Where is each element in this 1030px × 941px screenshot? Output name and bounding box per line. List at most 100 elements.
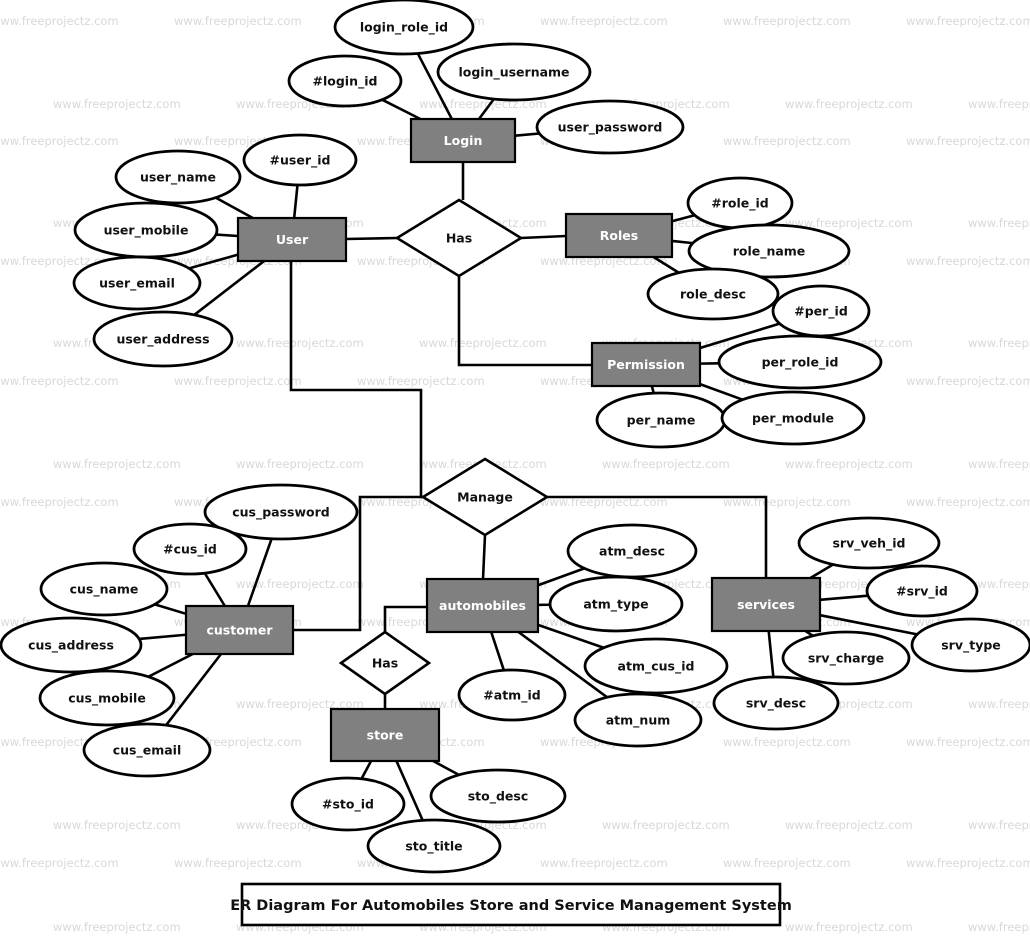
attr-connector-srv_desc [767,630,775,678]
entity-label-automobiles: automobiles [439,598,526,613]
attr-connector-atm_id [489,631,506,671]
attribute-srv_type[interactable]: srv_type [910,617,1030,673]
attribute-atm_desc[interactable]: atm_desc [566,523,698,579]
attribute-login_username[interactable]: login_username [436,42,592,102]
edge-automobiles-has [383,605,427,632]
attribute-label-sto_id: #sto_id [322,797,374,813]
attribute-label-user_mobile: user_mobile [104,223,189,239]
attribute-srv_veh_id[interactable]: srv_veh_id [797,516,941,570]
attr-connector-role_id [671,213,695,223]
entity-permission[interactable]: Permission [590,341,702,388]
relationship-label-has-user-roles: Has [446,231,472,246]
entity-store[interactable]: store [329,707,441,763]
attr-connector-user_mobile [215,233,239,238]
attribute-user_mobile[interactable]: user_mobile [73,201,219,259]
attribute-label-cus_name: cus_name [70,582,139,598]
attr-connector-role_desc [652,255,680,274]
attribute-user_id[interactable]: #user_id [242,133,358,187]
entity-services[interactable]: services [710,576,822,633]
attr-connector-user_password [514,132,540,138]
entity-label-customer: customer [207,623,274,638]
attribute-cus_mobile[interactable]: cus_mobile [38,669,176,727]
attribute-per_role_id[interactable]: per_role_id [717,334,883,390]
attribute-cus_address[interactable]: cus_address [0,616,143,674]
attribute-label-atm_type: atm_type [583,597,648,613]
attribute-label-srv_charge: srv_charge [808,651,884,667]
entity-label-roles: Roles [600,228,638,243]
entity-automobiles[interactable]: automobiles [425,577,540,634]
attribute-sto_title[interactable]: sto_title [366,818,502,874]
relationship-manage[interactable]: Manage [420,457,550,537]
attribute-atm_cus_id[interactable]: atm_cus_id [583,637,729,695]
attribute-role_desc[interactable]: role_desc [646,267,780,321]
attribute-label-sto_desc: sto_desc [468,789,529,805]
entity-label-login: Login [444,133,483,148]
attr-connector-login_id [381,98,421,121]
attribute-atm_num[interactable]: atm_num [573,692,703,748]
attribute-user_password[interactable]: user_password [535,99,685,155]
attribute-login_id[interactable]: #login_id [287,54,403,108]
attribute-sto_id[interactable]: #sto_id [290,776,406,832]
relationship-has-customer-store[interactable]: Has [338,630,432,696]
attribute-user_address[interactable]: user_address [92,310,234,368]
attr-connector-role_name [671,239,693,245]
attribute-atm_id[interactable]: #atm_id [457,668,567,722]
entity-label-store: store [367,728,404,743]
attribute-label-login_username: login_username [458,65,569,81]
attribute-per_module[interactable]: per_module [720,390,866,446]
attribute-cus_email[interactable]: cus_email [82,722,212,778]
attribute-label-cus_address: cus_address [28,638,114,654]
attribute-sto_desc[interactable]: sto_desc [429,768,567,824]
entity-user[interactable]: User [236,216,348,263]
attribute-label-srv_desc: srv_desc [746,696,806,712]
attribute-label-atm_cus_id: atm_cus_id [618,659,695,675]
attribute-per_name[interactable]: per_name [595,391,727,449]
er-diagram-svg: login_role_id #login_id login_usernameuser… [0,0,1030,874]
attribute-label-user_address: user_address [116,332,209,348]
attribute-per_id[interactable]: #per_id [771,284,871,338]
edge-manage-automobiles [481,534,487,580]
attribute-label-per_id: #per_id [794,304,848,320]
attribute-label-role_desc: role_desc [680,287,746,303]
attr-connector-cus_address [139,633,187,641]
entity-customer[interactable]: customer [184,604,295,656]
attribute-srv_desc[interactable]: srv_desc [712,675,840,731]
attribute-atm_type[interactable]: atm_type [548,575,684,633]
entity-roles[interactable]: Roles [564,212,674,259]
attribute-cus_name[interactable]: cus_name [39,561,169,617]
edge-has-roles [520,234,567,240]
entity-label-services: services [737,597,795,612]
attr-connector-per_module [699,382,744,401]
attribute-label-user_name: user_name [140,170,216,186]
attribute-label-user_email: user_email [99,276,175,292]
attr-connector-sto_desc [432,759,460,777]
attribute-srv_id[interactable]: #srv_id [865,564,979,618]
attribute-label-cus_password: cus_password [232,505,330,521]
entity-login[interactable]: Login [409,117,517,164]
attribute-user_email[interactable]: user_email [72,255,202,311]
attribute-label-atm_num: atm_num [606,713,671,729]
entity-label-permission: Permission [607,357,685,372]
shape-layer: login_role_id #login_id login_usernameuser… [0,0,1030,874]
attribute-label-user_password: user_password [558,120,663,136]
edge-has-permission [457,276,592,367]
attribute-label-per_name: per_name [627,413,696,429]
attribute-user_name[interactable]: user_name [114,149,242,205]
relationship-has-user-roles[interactable]: Has [394,198,524,278]
attribute-label-atm_id: #atm_id [483,688,540,704]
attr-connector-sto_id [360,760,373,780]
attribute-cus_id[interactable]: #cus_id [132,522,248,576]
attribute-role_id[interactable]: #role_id [686,176,794,230]
attribute-label-role_name: role_name [733,244,806,260]
attr-connector-user_address [193,259,265,316]
attribute-srv_charge[interactable]: srv_charge [781,630,911,686]
attribute-login_role_id[interactable]: login_role_id [333,0,475,56]
attribute-label-per_role_id: per_role_id [762,355,839,371]
attr-connector-login_username [477,98,495,120]
attribute-label-per_module: per_module [752,411,834,427]
attr-connector-srv_veh_id [809,563,834,580]
relationship-label-manage: Manage [457,490,513,505]
attribute-label-login_role_id: login_role_id [360,20,448,36]
attr-connector-user_email [188,253,239,270]
attribute-label-cus_email: cus_email [113,743,182,759]
